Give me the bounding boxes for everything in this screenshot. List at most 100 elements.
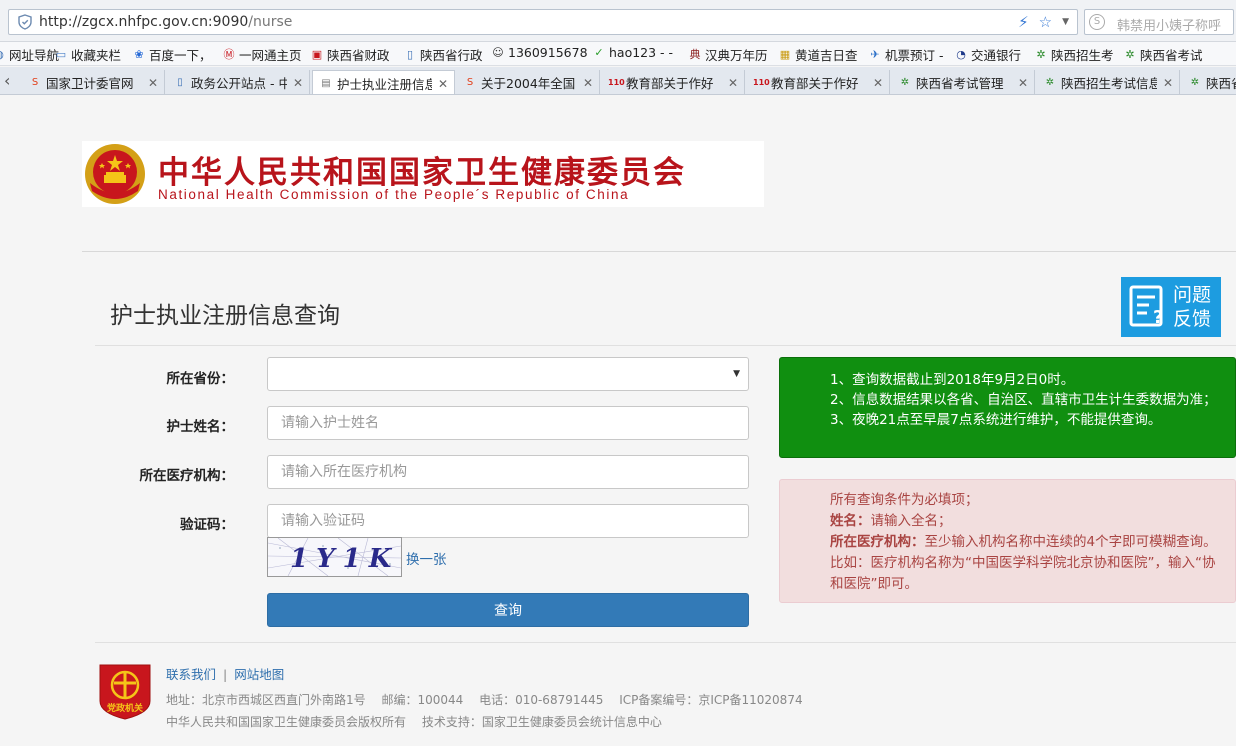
search-box[interactable]: S 韩禁用小姨子称呼 [1084, 9, 1234, 35]
bookmark-item[interactable]: ✲ 陕西省考试 [1123, 45, 1203, 64]
national-emblem-icon [85, 144, 145, 204]
bookmark-item[interactable]: ▦ 黄道吉日查 [778, 45, 858, 64]
exam-icon: ✲ [1190, 76, 1200, 88]
captcha-text: 1Y1K [290, 544, 399, 574]
browser-tab[interactable]: S 关于2004年全国 ✕ [457, 70, 600, 94]
gov-icon: ▣ [311, 47, 323, 61]
browser-tab[interactable]: 110 教育部关于作好 ✕ [602, 70, 745, 94]
bookmark-item[interactable]: 典汉典万年历 [688, 45, 768, 64]
bookmark-item[interactable]: Ⓜ 一网通主页 [222, 45, 302, 64]
bookmark-label: 1360915678 [508, 45, 588, 60]
bookmark-item[interactable]: ▭ 收藏夹栏 [54, 45, 121, 64]
sitemap-link[interactable]: 网站地图 [234, 667, 284, 682]
close-icon[interactable]: ✕ [871, 76, 885, 90]
nurse-name-input[interactable] [267, 406, 749, 440]
browser-tab[interactable]: S 国家卫计委官网 ✕ [22, 70, 165, 94]
baidu-icon: ❀ [134, 47, 144, 61]
web-page: 中华人民共和国国家卫生健康委员会 National Health Commiss… [0, 96, 1236, 746]
notice-line-3: 3、夜晚21点至早晨7点系统进行维护，不能提供查询。 [830, 412, 1162, 428]
tab-scroll-left-icon[interactable]: ‹ [4, 71, 10, 90]
close-icon[interactable]: ✕ [436, 77, 450, 91]
footer-copyright: 中华人民共和国国家卫生健康委员会版权所有 技术支持：国家卫生健康委员会统计信息中… [166, 715, 662, 729]
divider [95, 642, 1236, 643]
sogou-icon: S [1089, 14, 1105, 30]
110-icon: 110 [753, 77, 770, 87]
footer-links: 联系我们 | 网站地图 [166, 664, 284, 683]
user-icon: ☺ [492, 45, 504, 59]
110-icon: 110 [608, 77, 625, 87]
tab-label: 陕西省考试管理 [916, 76, 1004, 91]
close-icon[interactable]: ✕ [291, 76, 305, 90]
exam-icon: ✲ [1125, 47, 1135, 61]
bookmark-item[interactable]: ☺ 1360915678 [491, 45, 588, 60]
address-bar: http://zgcx.nhfpc.gov.cn:9090/nurse ⚡ ☆ … [0, 0, 1236, 42]
divider [95, 345, 1236, 346]
browser-tab[interactable]: 110 教育部关于作好 ✕ [747, 70, 890, 94]
bookmark-item[interactable]: ◔ 交通银行 [954, 45, 1021, 64]
separator: | [223, 667, 228, 682]
plane-icon: ✈ [870, 47, 880, 61]
bookmark-item[interactable]: ▣ 陕西省财政 [310, 45, 390, 64]
bookmark-item[interactable]: ✓ hao123 - - [592, 45, 673, 60]
bookmarks-bar: ◍网址导航▭ 收藏夹栏 ❀ 百度一下， Ⓜ 一网通主页 ▣ 陕西省财政 ▯ 陕西省行政 ☺ 13609… [0, 42, 1236, 66]
contact-link[interactable]: 联系我们 [166, 667, 216, 682]
tab-label: 教育部关于作好 [626, 76, 714, 91]
close-icon[interactable]: ✕ [581, 76, 595, 90]
party-govt-badge-icon[interactable]: 党政机关 [96, 661, 154, 721]
nurse-name-label: 护士姓名： [166, 419, 235, 435]
site-logo[interactable]: 中华人民共和国国家卫生健康委员会 National Health Commiss… [82, 141, 764, 207]
browser-tab[interactable]: ✲陕西省考✕ [1182, 70, 1236, 94]
logo-title-en: National Health Commission of the People… [158, 187, 630, 202]
bookmark-item[interactable]: ✈ 机票预订 - [868, 45, 943, 64]
star-icon[interactable]: ☆ [1039, 13, 1052, 31]
chevron-down-icon: ▼ [733, 369, 740, 379]
close-icon[interactable]: ✕ [1016, 76, 1030, 90]
folder-icon: ▭ [55, 47, 67, 61]
url-field[interactable]: http://zgcx.nhfpc.gov.cn:9090/nurse ⚡ ☆ … [8, 9, 1078, 35]
lightning-icon[interactable]: ⚡ [1018, 13, 1029, 31]
bookmark-label: 交通银行 [971, 48, 1022, 63]
search-button[interactable]: 查询 [267, 593, 749, 627]
tab-label: 国家卫计委官网 [46, 76, 134, 91]
close-icon[interactable]: ✕ [146, 76, 160, 90]
doc-icon: ▤ [321, 77, 331, 89]
bookmark-label: hao123 - - [609, 45, 674, 60]
shield-icon [18, 14, 32, 30]
tab-label: 政务公开站点 - 中 [191, 76, 287, 91]
hint-inst-key: 所在医疗机构： [830, 534, 925, 550]
divider [82, 251, 1236, 252]
bookmark-item[interactable]: ❀ 百度一下， [132, 45, 212, 64]
institution-label: 所在医疗机构： [139, 468, 235, 484]
captcha-image[interactable]: 1Y1K [267, 537, 402, 577]
close-icon[interactable]: ✕ [726, 76, 740, 90]
captcha-input[interactable] [267, 504, 749, 538]
browser-tab[interactable]: ✲ 陕西省考试管理 ✕ [892, 70, 1035, 94]
bookmark-item[interactable]: ✲ 陕西招生考 [1034, 45, 1113, 64]
globe-icon: ◍ [0, 48, 6, 62]
bookmark-label: 陕西省考试 [1140, 48, 1203, 63]
bookmark-item[interactable]: ◍网址导航 [0, 45, 59, 64]
bookmark-item[interactable]: ▯ 陕西省行政 [403, 45, 483, 64]
close-icon[interactable]: ✕ [1161, 76, 1175, 90]
chevron-down-icon[interactable]: ▼ [1062, 17, 1069, 27]
bookmark-label: 收藏夹栏 [71, 48, 122, 63]
bookmark-label: 机票预订 - [885, 48, 944, 63]
captcha-refresh-link[interactable]: 换一张 [406, 548, 447, 568]
notice-panel: 1、查询数据截止到2018年9月2日0时。 2、信息数据结果以各省、自治区、直辖… [779, 357, 1236, 458]
dict-icon: 典 [689, 47, 701, 61]
bookmark-label: 百度一下， [149, 48, 212, 63]
badge-text: 党政机关 [107, 702, 143, 714]
bank-icon: ◔ [956, 47, 966, 61]
hint-name-key: 姓名： [830, 513, 871, 529]
page-icon: ▯ [177, 76, 183, 88]
feedback-button[interactable]: ? 问题 反馈 [1121, 277, 1221, 337]
browser-tab[interactable]: ▯ 政务公开站点 - 中 ✕ [167, 70, 310, 94]
search-placeholder: 韩禁用小姨子称呼 [1117, 19, 1222, 34]
browser-tab[interactable]: ▤ 护士执业注册信息 ✕ [312, 70, 455, 94]
province-select[interactable]: ▼ [267, 357, 749, 391]
logo-title-cn: 中华人民共和国国家卫生健康委员会 [158, 155, 686, 191]
institution-input[interactable] [267, 455, 749, 489]
browser-tab[interactable]: ✲ 陕西招生考试信息 ✕ [1037, 70, 1180, 94]
tab-label: 陕西省考 [1206, 76, 1236, 91]
hint-name-val: 请输入全名； [870, 513, 952, 529]
